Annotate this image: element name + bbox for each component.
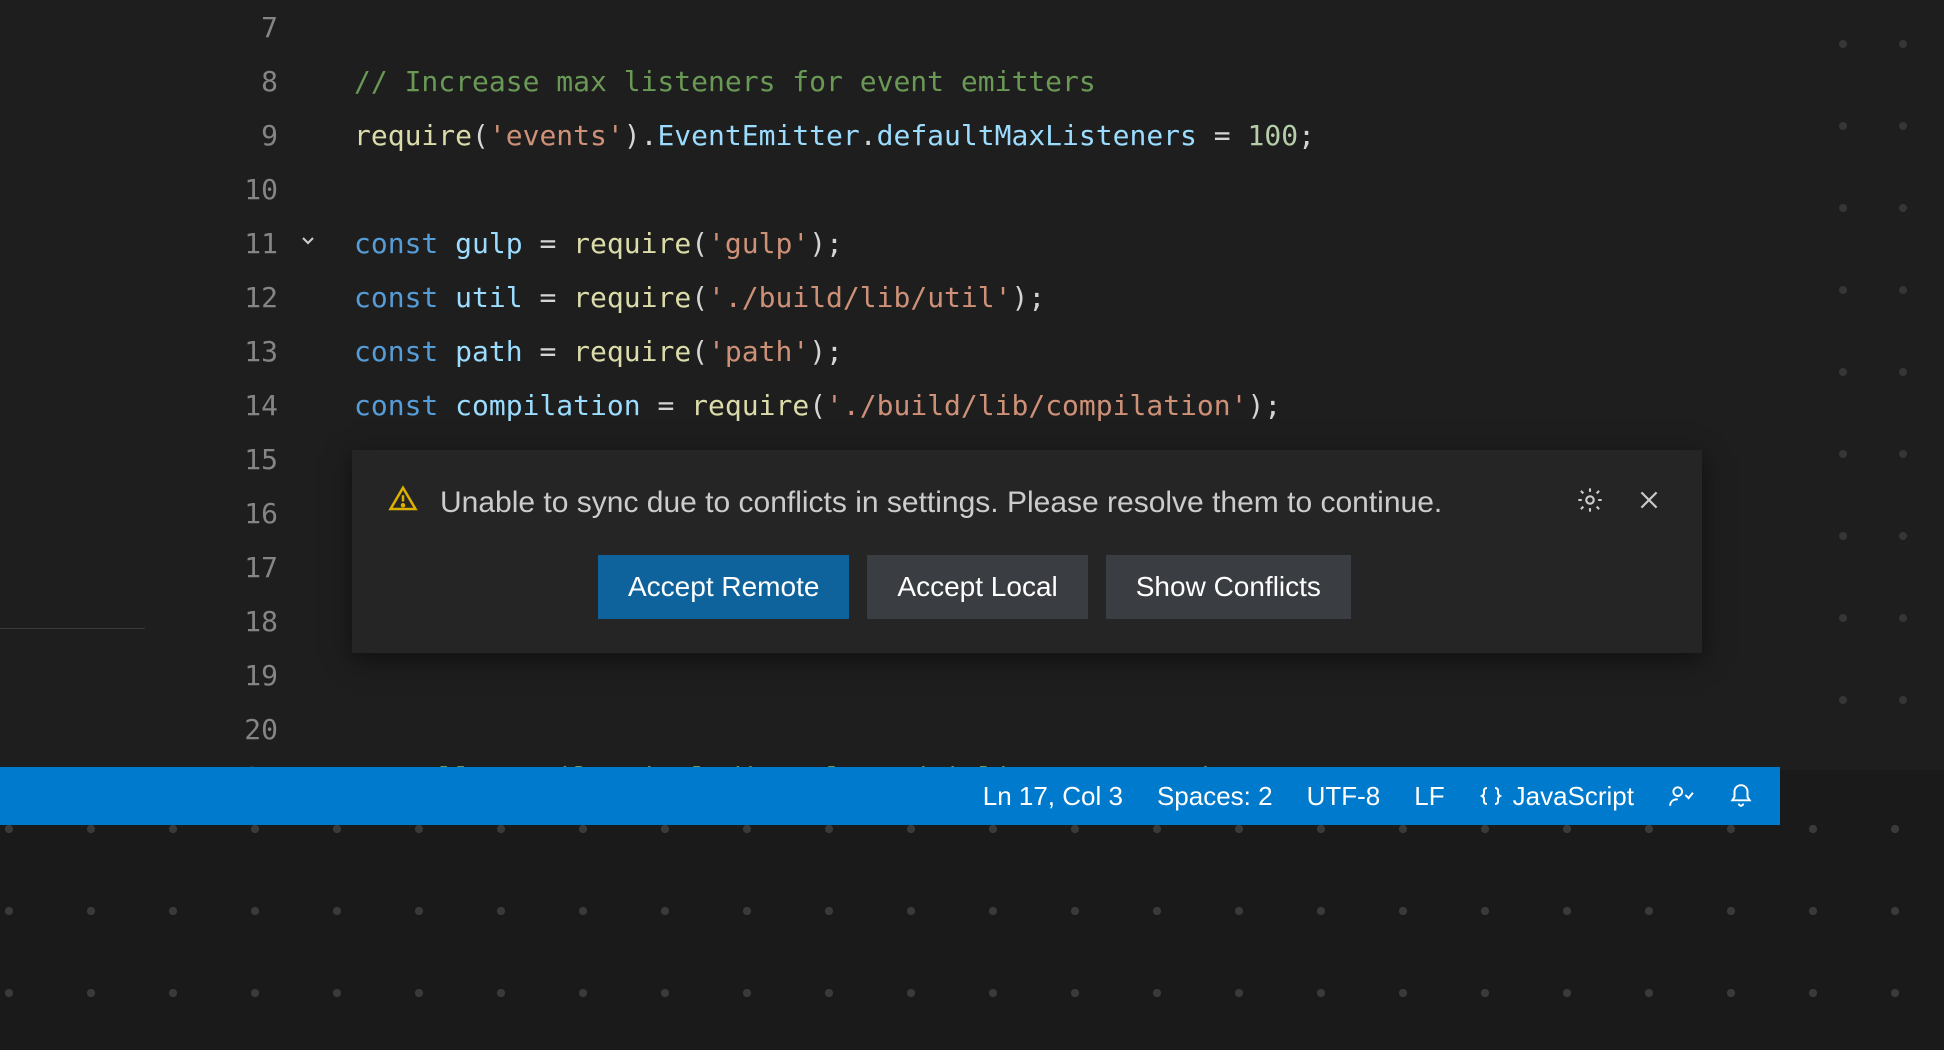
code-token: require bbox=[354, 119, 472, 152]
gear-icon[interactable] bbox=[1572, 482, 1608, 518]
code-token: = bbox=[641, 389, 692, 422]
chevron-down-icon[interactable] bbox=[298, 231, 318, 256]
code-token: = bbox=[523, 281, 574, 314]
warning-icon bbox=[388, 484, 418, 519]
code-line[interactable]: 13 const path = require('path'); bbox=[0, 324, 1780, 378]
close-icon[interactable] bbox=[1632, 483, 1666, 517]
code-token: defaultMaxListeners bbox=[877, 119, 1197, 152]
status-encoding[interactable]: UTF-8 bbox=[1307, 781, 1381, 812]
code-token: ). bbox=[624, 119, 658, 152]
code-token: 'path' bbox=[708, 335, 809, 368]
code-token: compilation bbox=[455, 389, 640, 422]
code-token: = bbox=[523, 227, 574, 260]
code-token: require bbox=[573, 281, 691, 314]
line-number: 10 bbox=[222, 173, 278, 206]
braces-icon bbox=[1479, 784, 1503, 808]
code-token: 100 bbox=[1247, 119, 1298, 152]
code-token: ); bbox=[809, 335, 843, 368]
code-token: ( bbox=[691, 281, 708, 314]
show-conflicts-button[interactable]: Show Conflicts bbox=[1106, 555, 1351, 619]
status-indentation[interactable]: Spaces: 2 bbox=[1157, 781, 1273, 812]
line-number: 11 bbox=[222, 227, 278, 260]
code-line[interactable]: 20 bbox=[0, 702, 1780, 756]
status-cursor-position[interactable]: Ln 17, Col 3 bbox=[983, 781, 1123, 812]
code-line[interactable]: 7 bbox=[0, 0, 1780, 54]
left-gutter-divider bbox=[0, 628, 145, 688]
line-number: 12 bbox=[222, 281, 278, 314]
code-token: ( bbox=[472, 119, 489, 152]
line-number: 14 bbox=[222, 389, 278, 422]
code-token: = bbox=[1197, 119, 1248, 152]
code-token: const bbox=[354, 389, 455, 422]
line-number: 15 bbox=[222, 443, 278, 476]
code-line[interactable]: 12 const util = require('./build/lib/util… bbox=[0, 270, 1780, 324]
code-token: ); bbox=[1011, 281, 1045, 314]
code-token: ( bbox=[809, 389, 826, 422]
code-token: ); bbox=[809, 227, 843, 260]
code-token: 'events' bbox=[489, 119, 624, 152]
accept-remote-button[interactable]: Accept Remote bbox=[598, 555, 849, 619]
line-number: 8 bbox=[222, 65, 278, 98]
accept-local-button[interactable]: Accept Local bbox=[867, 555, 1087, 619]
code-token: 'gulp' bbox=[708, 227, 809, 260]
code-token: require bbox=[573, 227, 691, 260]
code-token: const bbox=[354, 281, 455, 314]
code-token: const bbox=[354, 335, 455, 368]
code-token: = bbox=[523, 335, 574, 368]
code-token: './build/lib/util' bbox=[708, 281, 1011, 314]
code-token: ( bbox=[691, 227, 708, 260]
feedback-icon[interactable] bbox=[1668, 783, 1694, 809]
code-line[interactable]: 11 const gulp = require('gulp'); bbox=[0, 216, 1780, 270]
line-number: 19 bbox=[222, 659, 278, 692]
code-token: gulp bbox=[455, 227, 522, 260]
status-bar: Ln 17, Col 3 Spaces: 2 UTF-8 LF JavaScri… bbox=[0, 767, 1780, 825]
code-editor[interactable]: 7 8 // Increase max listeners for event em… bbox=[0, 0, 1780, 770]
code-token: util bbox=[455, 281, 522, 314]
status-language-label: JavaScript bbox=[1513, 781, 1634, 812]
code-token: path bbox=[455, 335, 522, 368]
code-token: EventEmitter bbox=[657, 119, 859, 152]
code-token: ( bbox=[691, 335, 708, 368]
code-line[interactable]: 10 bbox=[0, 162, 1780, 216]
code-token: ); bbox=[1247, 389, 1281, 422]
code-token: . bbox=[860, 119, 877, 152]
line-number: 9 bbox=[222, 119, 278, 152]
code-token: require bbox=[573, 335, 691, 368]
code-line[interactable]: 8 // Increase max listeners for event emi… bbox=[0, 54, 1780, 108]
status-eol[interactable]: LF bbox=[1414, 781, 1444, 812]
code-line[interactable]: 19 bbox=[0, 648, 1780, 702]
bell-icon[interactable] bbox=[1728, 783, 1754, 809]
line-number: 20 bbox=[222, 713, 278, 746]
code-line[interactable]: 14 const compilation = require('./build/l… bbox=[0, 378, 1780, 432]
code-token: const bbox=[354, 227, 455, 260]
minimap[interactable] bbox=[1779, 0, 1944, 770]
sync-conflict-notification: Unable to sync due to conflicts in setti… bbox=[352, 450, 1702, 653]
code-line[interactable]: 9 require('events').EventEmitter.defaultM… bbox=[0, 108, 1780, 162]
code-token: // Increase max listeners for event emit… bbox=[354, 65, 1096, 98]
code-token: require bbox=[691, 389, 809, 422]
line-number: 18 bbox=[222, 605, 278, 638]
line-number: 17 bbox=[222, 551, 278, 584]
notification-message: Unable to sync due to conflicts in setti… bbox=[440, 480, 1550, 527]
line-number: 7 bbox=[222, 11, 278, 44]
code-token: ; bbox=[1298, 119, 1315, 152]
line-number: 16 bbox=[222, 497, 278, 530]
line-number: 13 bbox=[222, 335, 278, 368]
code-token: './build/lib/compilation' bbox=[826, 389, 1247, 422]
status-language-mode[interactable]: JavaScript bbox=[1479, 781, 1634, 812]
